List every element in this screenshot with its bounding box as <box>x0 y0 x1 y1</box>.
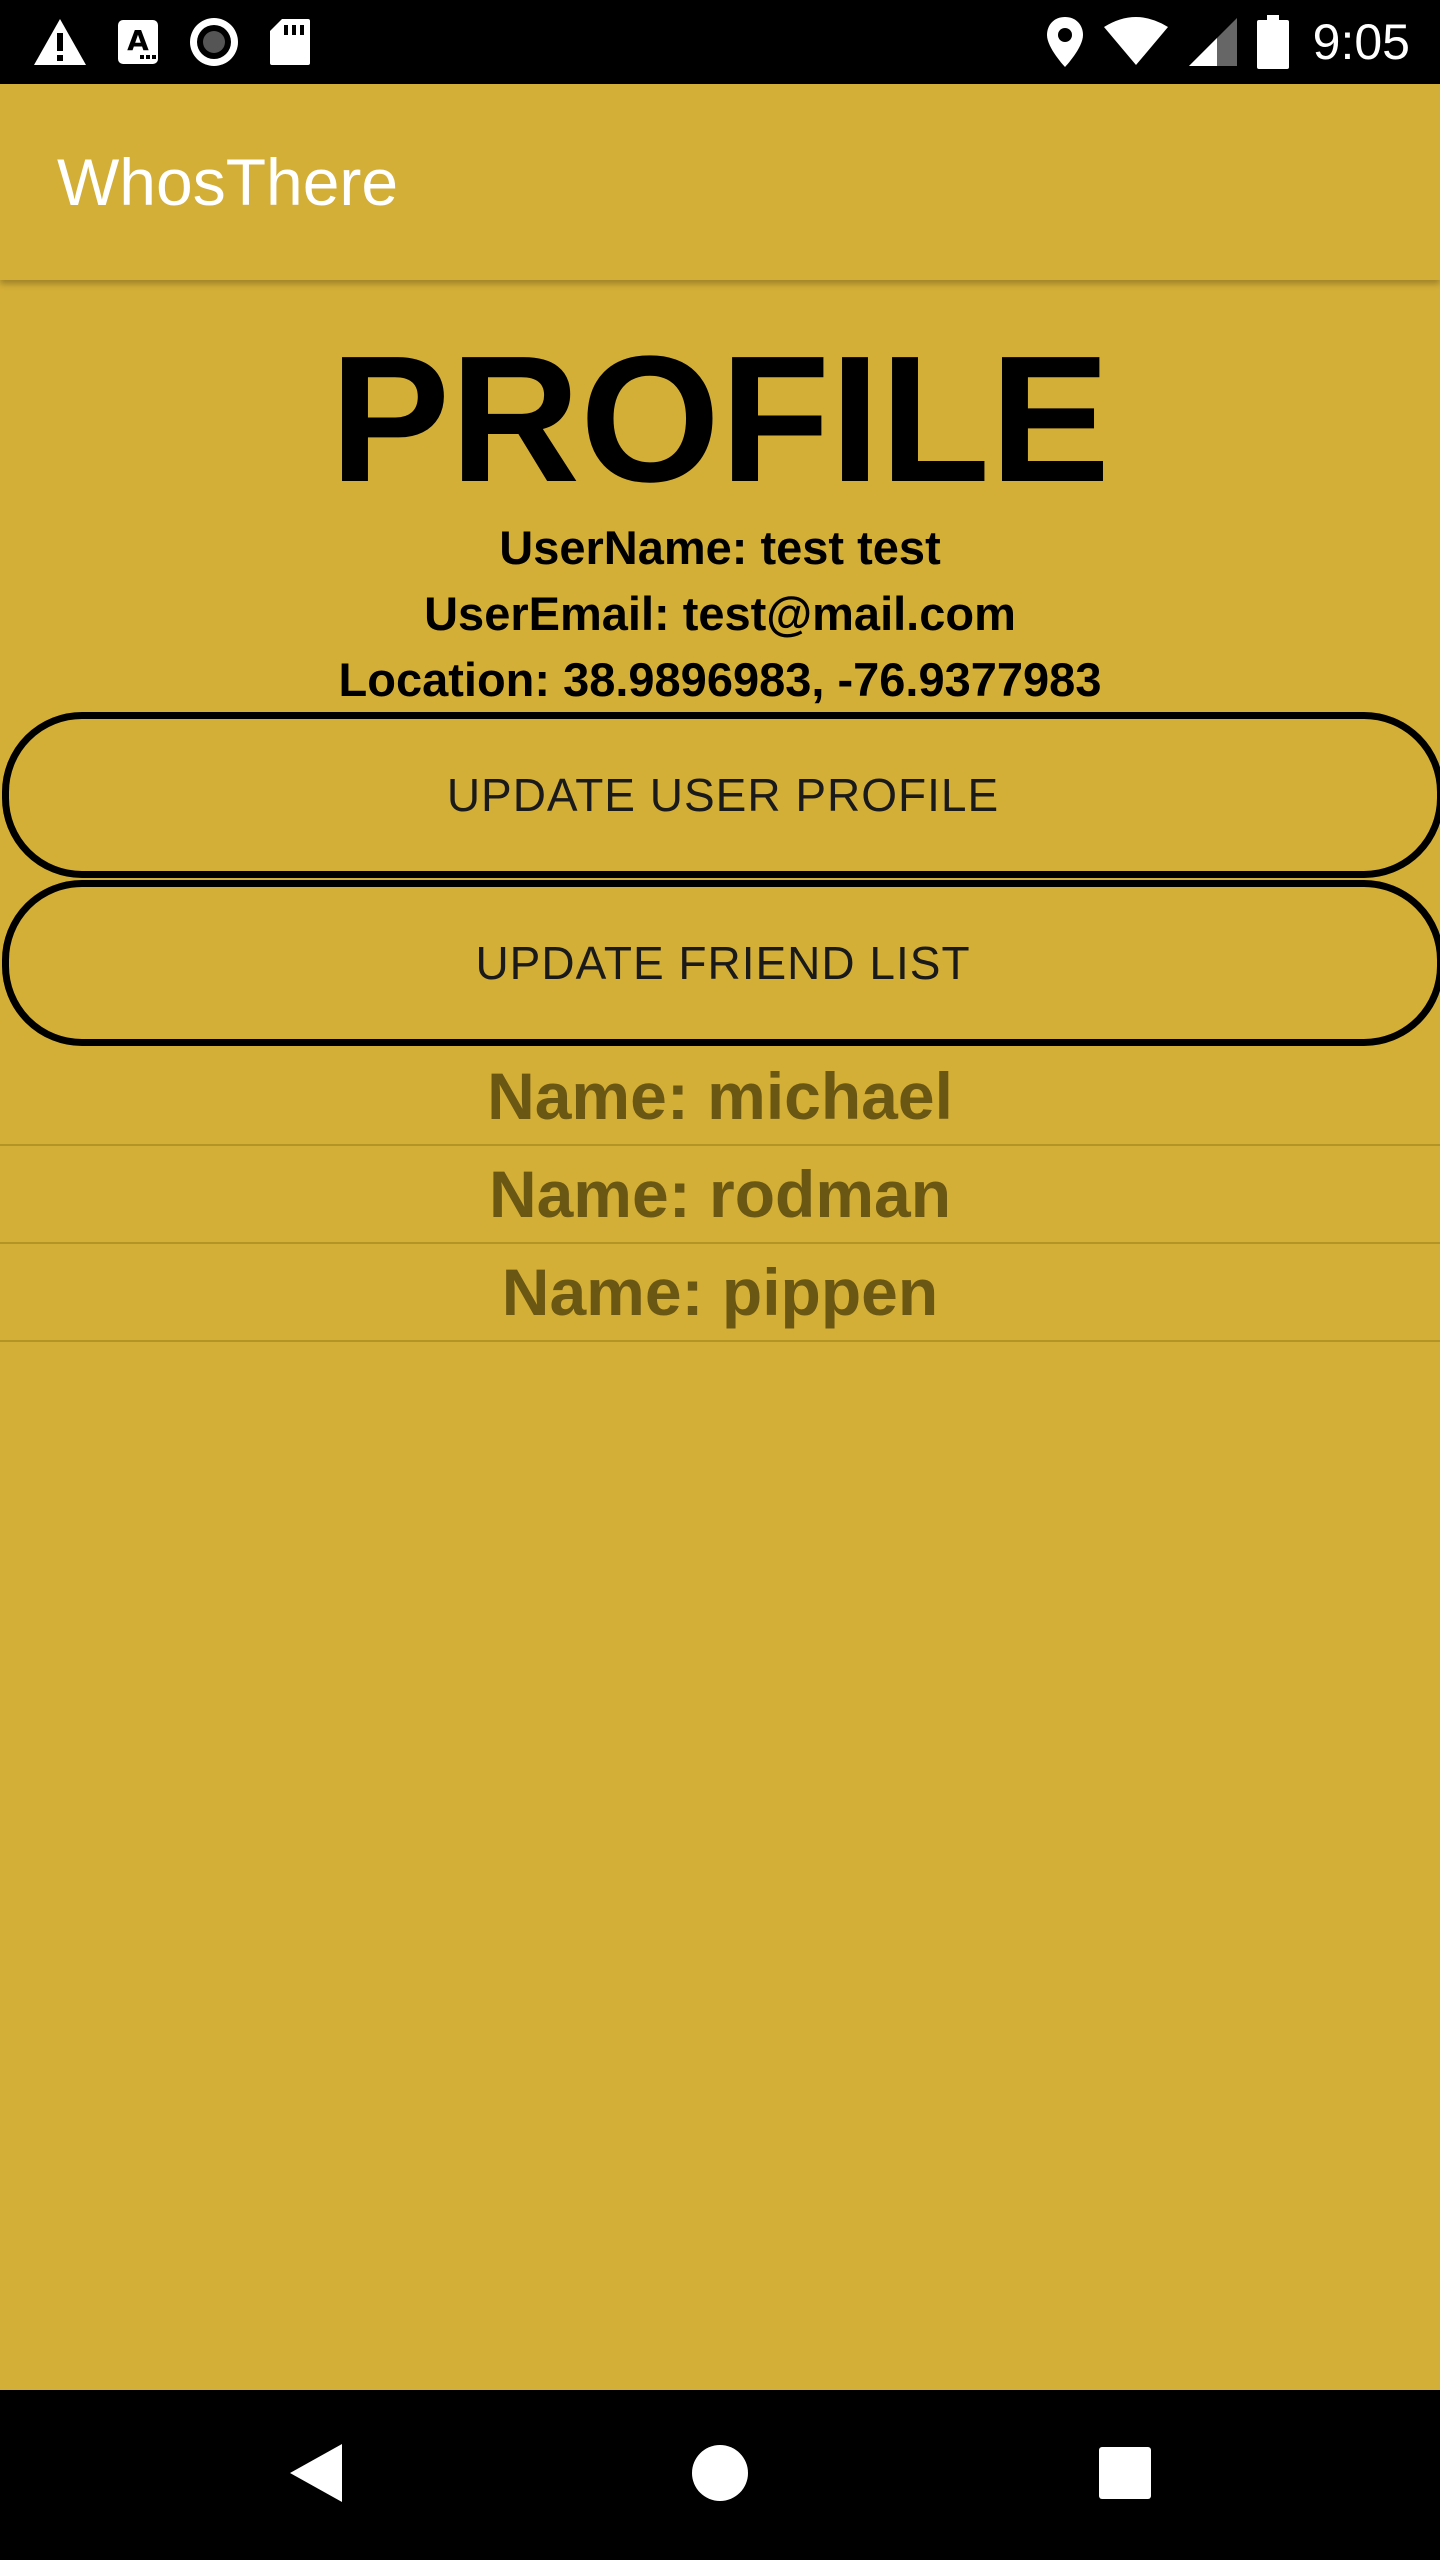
svg-text:A: A <box>127 24 149 57</box>
page-title: PROFILE <box>329 319 1111 520</box>
keyboard-a-icon: A <box>116 18 160 66</box>
update-friend-list-button[interactable]: UPDATE FRIEND LIST <box>2 880 1440 1046</box>
list-item[interactable]: Name: pippen <box>0 1244 1440 1342</box>
cell-signal-icon <box>1187 16 1239 68</box>
screen: A 9:05 WhosThere PROFILE UserName: test … <box>0 0 1440 2560</box>
username-text: UserName: test test <box>499 521 941 574</box>
sd-card-icon <box>268 17 312 67</box>
list-item[interactable]: Name: rodman <box>0 1146 1440 1244</box>
status-right-icons: 9:05 <box>1045 0 1410 84</box>
location-pin-icon <box>1045 15 1085 69</box>
home-icon <box>690 2443 750 2508</box>
app-bar: WhosThere <box>0 84 1440 280</box>
status-left-icons: A <box>32 0 312 84</box>
navigation-bar <box>0 2390 1440 2560</box>
battery-icon <box>1256 15 1289 69</box>
recents-button[interactable] <box>1045 2390 1205 2560</box>
back-button[interactable] <box>236 2390 396 2560</box>
app-title: WhosThere <box>57 145 399 219</box>
location-text: Location: 38.9896983, -76.9377983 <box>338 653 1102 706</box>
warning-icon <box>32 17 88 67</box>
record-icon <box>188 16 240 68</box>
wifi-icon <box>1103 17 1169 67</box>
email-text: UserEmail: test@mail.com <box>424 587 1016 640</box>
list-item[interactable]: Name: michael <box>0 1048 1440 1146</box>
recents-icon <box>1097 2445 1153 2506</box>
profile-content: PROFILE UserName: test test UserEmail: t… <box>0 280 1440 2390</box>
status-bar: A 9:05 <box>0 0 1440 84</box>
home-button[interactable] <box>640 2390 800 2560</box>
back-icon <box>288 2442 344 2509</box>
status-time: 9:05 <box>1312 14 1410 70</box>
friend-list: Name: michael Name: rodman Name: pippen <box>0 1048 1440 1342</box>
update-user-profile-button[interactable]: UPDATE USER PROFILE <box>2 712 1440 878</box>
